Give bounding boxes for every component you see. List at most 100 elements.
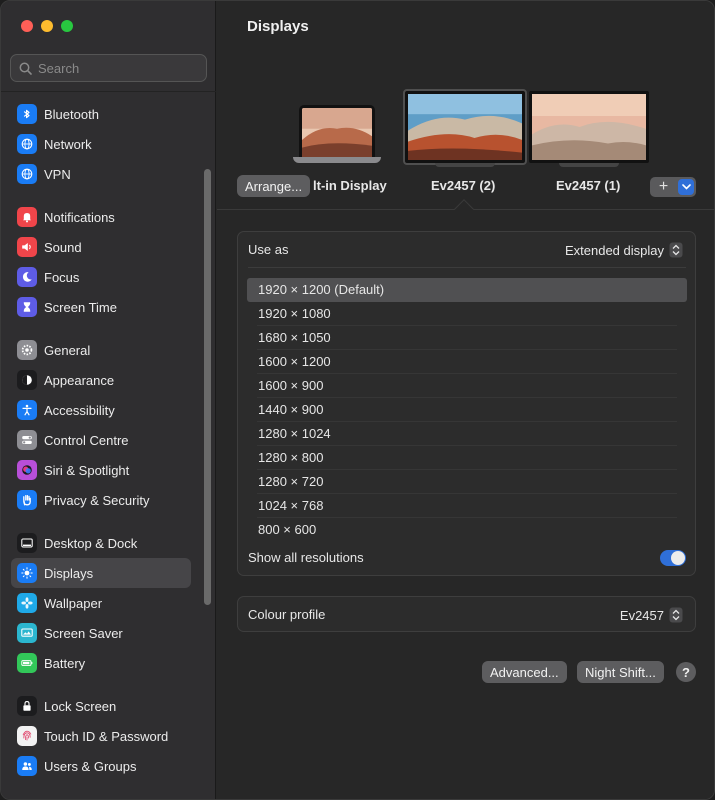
resolution-option[interactable]: 1024 × 768 [247, 494, 687, 518]
use-as-popup[interactable]: Extended display [565, 242, 683, 258]
monitor-2-label: Ev2457 (2) [431, 178, 496, 193]
sun-icon [17, 563, 37, 583]
flower-icon [17, 593, 37, 613]
sidebar-scrollbar[interactable] [204, 169, 211, 605]
sidebar-item-bluetooth[interactable]: Bluetooth [11, 99, 191, 129]
sidebar-item-label: Wallpaper [44, 595, 103, 611]
show-all-resolutions-toggle[interactable] [660, 550, 686, 566]
sidebar-item-general[interactable]: General [11, 335, 191, 365]
sidebar-item-label: Desktop & Dock [44, 535, 138, 551]
resolution-option[interactable]: 1280 × 720 [247, 470, 687, 494]
help-button[interactable]: ? [676, 662, 696, 682]
search-icon [19, 62, 32, 75]
sidebar-item-label: General [44, 342, 91, 358]
resolution-option[interactable]: 1600 × 1200 [247, 350, 687, 374]
monitor-1-thumb[interactable] [529, 91, 649, 167]
dock-icon [17, 533, 37, 553]
sidebar-item-privacy-security[interactable]: Privacy & Security [11, 485, 191, 515]
sidebar-item-label: VPN [44, 166, 71, 182]
main-pane: Displays lt-in Display Ev2457 (2) Ev2457… [217, 1, 714, 799]
zoom-button[interactable] [61, 20, 73, 32]
wallpaper-thumbnail-icon [408, 94, 522, 160]
hand-icon [17, 490, 37, 510]
sidebar-item-desktop-dock[interactable]: Desktop & Dock [11, 528, 191, 558]
sidebar-item-users-groups[interactable]: Users & Groups [11, 751, 191, 781]
sidebar-item-displays[interactable]: Displays [11, 558, 191, 588]
sidebar-item-battery[interactable]: Battery [11, 648, 191, 678]
colour-profile-panel: Colour profile Ev2457 [237, 596, 696, 632]
bluetooth-icon [17, 104, 37, 124]
resolution-list: 1920 × 1200 (Default) 1920 × 1080 1680 × 1… [247, 278, 687, 542]
sidebar-item-label: Control Centre [44, 432, 129, 448]
resolution-option[interactable]: 1280 × 1024 [247, 422, 687, 446]
sidebar-item-label: Focus [44, 269, 80, 285]
resolution-option[interactable]: 1920 × 1200 (Default) [247, 278, 687, 302]
arrange-button[interactable]: Arrange... [237, 175, 311, 197]
sidebar-item-label: Bluetooth [44, 106, 99, 122]
sidebar-item-screen-saver[interactable]: Screen Saver [11, 618, 191, 648]
sidebar-item-control-centre[interactable]: Control Centre [11, 425, 191, 455]
sidebar-item-accessibility[interactable]: Accessibility [11, 395, 191, 425]
sidebar-item-label: Notifications [44, 209, 115, 225]
sidebar-item-label: Touch ID & Password [44, 728, 169, 744]
sidebar-item-focus[interactable]: Focus [11, 262, 191, 292]
sidebar-item-label: Users & Groups [44, 758, 137, 774]
updown-chevron-icon [669, 607, 683, 623]
colour-profile-popup[interactable]: Ev2457 [620, 607, 683, 623]
resolution-option[interactable]: 800 × 600 [247, 518, 687, 542]
resolution-option[interactable]: 1600 × 900 [247, 374, 687, 398]
display-arrangement: lt-in Display Ev2457 (2) Ev2457 (1) Arra… [217, 89, 714, 211]
monitor-2-thumb[interactable] [403, 89, 527, 167]
bell-icon [17, 207, 37, 227]
wallpaper-thumbnail-icon [302, 108, 372, 157]
updown-chevron-icon [669, 242, 683, 258]
minimize-button[interactable] [41, 20, 53, 32]
screensaver-icon [17, 623, 37, 643]
speaker-icon [17, 237, 37, 257]
sidebar-item-sound[interactable]: Sound [11, 232, 191, 262]
colour-profile-value: Ev2457 [619, 607, 664, 623]
window-controls [21, 20, 73, 32]
resolution-option[interactable]: 1280 × 800 [247, 446, 687, 470]
appearance-icon [17, 370, 37, 390]
search-field[interactable] [10, 54, 207, 82]
sidebar-item-lock-screen[interactable]: Lock Screen [11, 691, 191, 721]
fingerprint-icon [17, 726, 37, 746]
settings-window: Bluetooth Network VPN Notifications Sound Foc… [0, 0, 715, 800]
accessibility-icon [17, 400, 37, 420]
chevron-down-icon[interactable] [678, 179, 694, 195]
sidebar-item-network[interactable]: Network [11, 129, 191, 159]
sidebar-item-appearance[interactable]: Appearance [11, 365, 191, 395]
colour-profile-label: Colour profile [248, 607, 326, 622]
sidebar-item-label: Lock Screen [44, 698, 117, 714]
use-as-label: Use as [248, 242, 289, 257]
search-input[interactable] [38, 60, 198, 76]
resolution-option[interactable]: 1920 × 1080 [247, 302, 687, 326]
sidebar-item-touch-id-password[interactable]: Touch ID & Password [11, 721, 191, 751]
sidebar-item-wallpaper[interactable]: Wallpaper [11, 588, 191, 618]
sidebar-item-label: Siri & Spotlight [44, 462, 130, 478]
battery-icon [17, 653, 37, 673]
monitor-1-label: Ev2457 (1) [556, 178, 621, 193]
sidebar-item-label: Sound [44, 239, 82, 255]
toggles-icon [17, 430, 37, 450]
builtin-display-thumb[interactable] [293, 105, 381, 163]
users-icon [17, 756, 37, 776]
sidebar-item-notifications[interactable]: Notifications [11, 202, 191, 232]
sidebar-item-label: Screen Saver [44, 625, 123, 641]
sidebar-item-label: Screen Time [44, 299, 117, 315]
sidebar-item-screen-time[interactable]: Screen Time [11, 292, 191, 322]
sidebar-divider [1, 91, 216, 92]
resolution-option[interactable]: 1680 × 1050 [247, 326, 687, 350]
show-all-resolutions-label: Show all resolutions [248, 550, 364, 565]
sidebar-item-siri-spotlight[interactable]: Siri & Spotlight [11, 455, 191, 485]
close-button[interactable] [21, 20, 33, 32]
night-shift-button[interactable]: Night Shift... [577, 661, 664, 683]
resolution-option[interactable]: 1440 × 900 [247, 398, 687, 422]
sidebar-item-vpn[interactable]: VPN [11, 159, 191, 189]
sidebar-item-label: Appearance [44, 372, 115, 388]
add-display-button[interactable]: + [650, 177, 696, 197]
advanced-button[interactable]: Advanced... [482, 661, 567, 683]
